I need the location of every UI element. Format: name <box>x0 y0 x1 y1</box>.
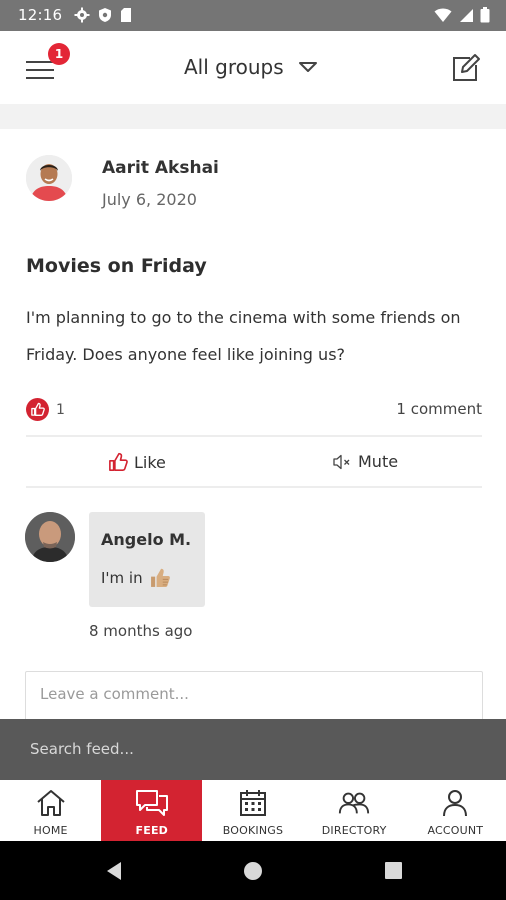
bottom-tab-bar: HOME FEED BOOKINGS DIRECTORY ACCOUNT <box>0 780 506 841</box>
comment-text-row: I'm in <box>101 567 171 589</box>
comment-count[interactable]: 1 comment <box>396 400 482 418</box>
tab-feed[interactable]: FEED <box>101 780 203 841</box>
status-icons-left <box>74 7 132 23</box>
people-icon <box>337 788 371 818</box>
shield-icon <box>99 8 111 22</box>
app-header: 1 All groups <box>0 31 506 104</box>
recents-square-icon[interactable] <box>385 862 402 879</box>
author-avatar[interactable] <box>26 155 72 201</box>
gear-icon <box>74 7 90 23</box>
sd-card-icon <box>121 8 131 22</box>
back-icon[interactable] <box>104 861 124 881</box>
post-title: Movies on Friday <box>26 255 207 277</box>
feed-post-card: Aarit Akshai July 6, 2020 Movies on Frid… <box>0 129 506 719</box>
comment-timestamp: 8 months ago <box>89 622 193 640</box>
notification-badge[interactable]: 1 <box>48 43 70 65</box>
divider <box>26 486 482 488</box>
like-label: Like <box>134 452 166 472</box>
mute-label: Mute <box>358 452 399 471</box>
mute-icon <box>333 454 350 469</box>
tab-account[interactable]: ACCOUNT <box>405 780 506 841</box>
commenter-name[interactable]: Angelo M. <box>101 530 191 549</box>
thumbs-up-outline-icon <box>109 452 128 471</box>
tab-bookings-label: BOOKINGS <box>222 824 284 837</box>
commenter-avatar[interactable] <box>25 512 75 562</box>
wifi-icon <box>434 8 452 22</box>
status-bar: 12:16 <box>0 0 506 31</box>
calendar-icon <box>236 788 270 818</box>
system-navigation-bar <box>0 841 506 900</box>
status-time: 12:16 <box>18 6 63 24</box>
status-icons-right <box>434 7 490 23</box>
tab-home[interactable]: HOME <box>0 780 101 841</box>
thumbs-up-emoji-icon <box>150 568 170 587</box>
search-bar <box>0 719 506 780</box>
like-summary[interactable]: 1 <box>26 398 65 421</box>
signal-icon <box>460 8 473 22</box>
mute-button[interactable]: Mute <box>332 452 398 471</box>
post-author-name[interactable]: Aarit Akshai <box>102 158 219 178</box>
compose-button[interactable] <box>450 52 482 84</box>
header-separator <box>0 104 506 129</box>
home-circle-icon[interactable] <box>244 862 262 880</box>
divider <box>26 435 482 437</box>
tab-directory[interactable]: DIRECTORY <box>304 780 405 841</box>
tab-account-label: ACCOUNT <box>427 824 484 837</box>
like-count: 1 <box>56 401 65 418</box>
tab-home-label: HOME <box>33 824 68 837</box>
home-icon <box>34 788 68 818</box>
battery-icon <box>480 7 490 23</box>
search-feed-input[interactable] <box>16 730 490 768</box>
user-icon <box>438 788 472 818</box>
group-title: All groups <box>184 55 284 79</box>
like-button[interactable]: Like <box>108 452 166 472</box>
chat-icon <box>135 788 169 818</box>
caret-down-icon <box>298 62 317 72</box>
post-body: I'm planning to go to the cinema with so… <box>26 308 461 364</box>
tab-feed-label: FEED <box>135 824 169 837</box>
tab-directory-label: DIRECTORY <box>321 824 387 837</box>
post-date: July 6, 2020 <box>102 190 197 209</box>
compose-icon <box>453 54 480 81</box>
comment-input[interactable] <box>25 671 483 719</box>
group-selector[interactable]: All groups <box>184 55 318 79</box>
tab-bookings[interactable]: BOOKINGS <box>202 780 303 841</box>
thumbs-up-icon <box>26 398 49 421</box>
comment-text: I'm in <box>101 569 143 587</box>
comment-bubble: Angelo M. I'm in <box>89 512 205 607</box>
